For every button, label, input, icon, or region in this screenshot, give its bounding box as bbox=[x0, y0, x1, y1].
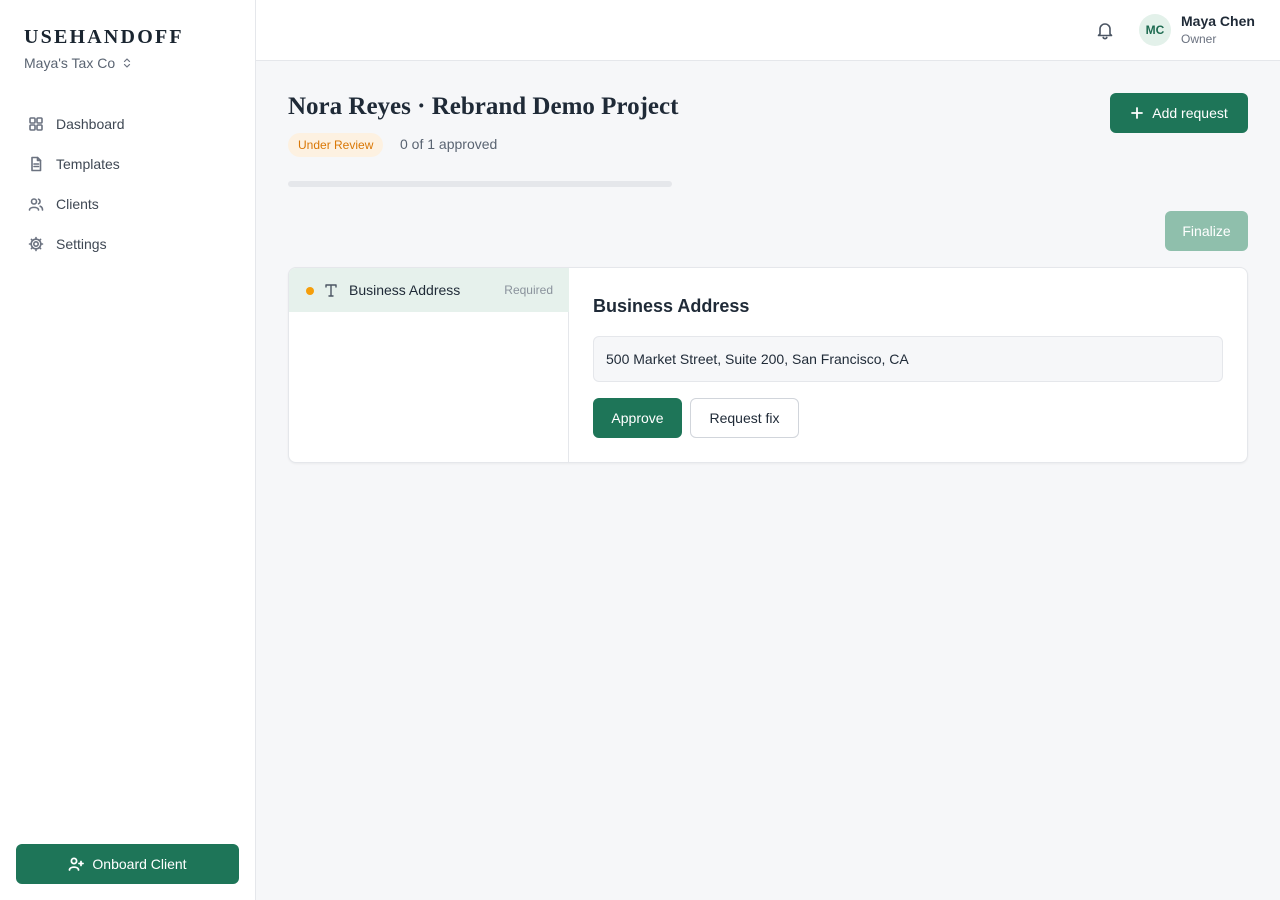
sidebar-item-clients[interactable]: Clients bbox=[16, 184, 240, 224]
org-name: Maya's Tax Co bbox=[24, 55, 116, 71]
brand-logo: USEHANDOFF bbox=[24, 26, 184, 48]
sidebar-item-label: Clients bbox=[56, 196, 99, 212]
sidebar-item-dashboard[interactable]: Dashboard bbox=[16, 104, 240, 144]
users-icon bbox=[28, 198, 44, 211]
gear-icon bbox=[28, 236, 44, 252]
document-icon bbox=[31, 156, 42, 172]
submitted-value: 500 Market Street, Suite 200, San Franci… bbox=[593, 336, 1223, 382]
onboard-client-label: Onboard Client bbox=[92, 856, 187, 872]
sidebar-item-label: Settings bbox=[56, 236, 107, 252]
request-fix-button[interactable]: Request fix bbox=[690, 398, 799, 438]
sidebar-item-label: Dashboard bbox=[56, 116, 125, 132]
add-request-button[interactable]: Add request bbox=[1110, 93, 1248, 133]
required-tag: Required bbox=[504, 283, 553, 297]
sidebar: USEHANDOFF Maya's Tax Co Dashboard Templ… bbox=[0, 0, 256, 900]
text-type-icon bbox=[324, 282, 338, 298]
org-switcher[interactable]: Maya's Tax Co bbox=[24, 55, 133, 71]
bell-icon bbox=[1097, 23, 1113, 40]
notifications-button[interactable] bbox=[1094, 19, 1116, 41]
avatar[interactable]: MC bbox=[1139, 14, 1171, 46]
user-plus-icon bbox=[69, 857, 85, 871]
request-card: Business Address Required Business Addre… bbox=[288, 267, 1248, 463]
detail-title: Business Address bbox=[593, 296, 750, 316]
request-detail: Business Address 500 Market Street, Suit… bbox=[569, 268, 1247, 462]
status-dot bbox=[306, 287, 314, 295]
status-badge: Under Review bbox=[288, 133, 384, 157]
chevron-up-down-icon bbox=[124, 58, 131, 68]
plus-icon bbox=[1131, 107, 1144, 119]
approval-progress-bar bbox=[288, 181, 672, 187]
user-role: Owner bbox=[1181, 32, 1217, 46]
sidebar-item-settings[interactable]: Settings bbox=[16, 224, 240, 264]
sidebar-item-templates[interactable]: Templates bbox=[16, 144, 240, 184]
page-title: Nora Reyes · Rebrand Demo Project bbox=[288, 93, 679, 120]
request-label: Business Address bbox=[349, 282, 461, 298]
onboard-client-button[interactable]: Onboard Client bbox=[16, 844, 239, 884]
request-list-item[interactable]: Business Address Required bbox=[289, 268, 569, 312]
sidebar-nav: Dashboard Templates Clients Settings bbox=[16, 104, 240, 264]
top-bar: MC Maya Chen Owner bbox=[256, 0, 1280, 61]
request-list: Business Address Required bbox=[289, 268, 569, 462]
approved-count: 0 of 1 approved bbox=[400, 136, 498, 152]
finalize-button[interactable]: Finalize bbox=[1165, 211, 1248, 251]
add-request-label: Add request bbox=[1152, 105, 1228, 121]
user-name: Maya Chen bbox=[1181, 13, 1255, 29]
approve-button[interactable]: Approve bbox=[593, 398, 682, 438]
sidebar-item-label: Templates bbox=[56, 156, 120, 172]
grid-icon bbox=[29, 117, 43, 131]
